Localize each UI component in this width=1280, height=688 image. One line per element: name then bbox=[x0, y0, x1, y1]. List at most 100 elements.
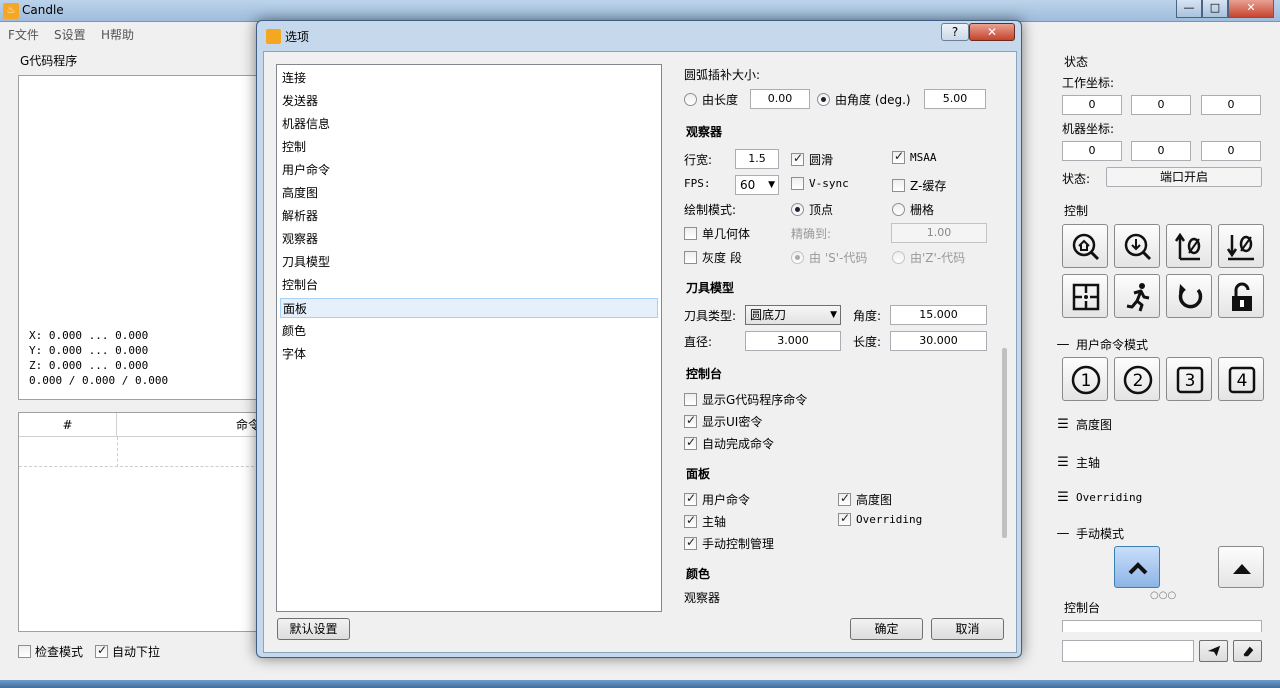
arc-by-length-radio[interactable]: 由长度 bbox=[684, 91, 738, 108]
dialog-close-button[interactable]: ✕ bbox=[969, 23, 1015, 41]
menu-file[interactable]: F文件 bbox=[8, 26, 39, 43]
grayscale-by-z-circle[interactable] bbox=[892, 251, 905, 264]
draw-mode-vertex-radio[interactable]: 顶点 bbox=[791, 201, 833, 218]
tool-angle-input[interactable]: 15.000 bbox=[890, 305, 987, 325]
user-cmd-button-2[interactable]: 2 bbox=[1114, 357, 1160, 401]
simple-geometry-checkbox[interactable]: 单几何体 bbox=[684, 225, 750, 242]
panel-spindle-box[interactable] bbox=[684, 513, 697, 528]
autocomplete-box[interactable] bbox=[684, 435, 697, 450]
zbuffer-checkbox[interactable]: Z-缓存 bbox=[892, 177, 946, 194]
default-settings-button[interactable]: 默认设置 bbox=[277, 618, 350, 640]
fps-select[interactable]: 60 ▼ bbox=[735, 175, 779, 195]
category-machine-info[interactable]: 机器信息 bbox=[280, 114, 658, 134]
reset-button[interactable] bbox=[1166, 274, 1212, 318]
arc-by-angle-radio-circle[interactable] bbox=[817, 93, 830, 106]
probe-button[interactable] bbox=[1114, 224, 1160, 268]
category-list[interactable]: 连接 发送器 机器信息 控制 用户命令 高度图 解析器 观察器 刀具模型 控制台… bbox=[276, 64, 662, 612]
clear-console-button[interactable] bbox=[1233, 640, 1262, 662]
console-input[interactable] bbox=[1062, 640, 1194, 662]
vsync-checkbox[interactable]: V-sync bbox=[791, 177, 849, 190]
user-cmd-button-4[interactable]: 4 bbox=[1218, 357, 1264, 401]
gcode-viewer[interactable]: X: 0.000 ... 0.000 Y: 0.000 ... 0.000 Z:… bbox=[18, 75, 268, 400]
send-command-button[interactable] bbox=[1199, 640, 1228, 662]
draw-mode-raster-radio[interactable]: 栅格 bbox=[892, 201, 934, 218]
jog-z-up-button[interactable] bbox=[1218, 546, 1264, 588]
show-program-commands-checkbox[interactable]: 显示G代码程序命令 bbox=[684, 391, 807, 408]
grayscale-by-s-circle[interactable] bbox=[791, 251, 804, 264]
check-mode-box[interactable] bbox=[18, 645, 31, 658]
precision-input[interactable]: 1.00 bbox=[891, 223, 987, 243]
cancel-button[interactable]: 取消 bbox=[931, 618, 1004, 640]
msaa-checkbox[interactable]: MSAA bbox=[892, 149, 937, 164]
category-parser[interactable]: 解析器 bbox=[280, 206, 658, 226]
category-user-commands[interactable]: 用户命令 bbox=[280, 160, 658, 180]
arc-length-input[interactable]: 0.00 bbox=[750, 89, 810, 109]
jog-up-button[interactable] bbox=[1114, 546, 1160, 588]
table-header-index[interactable]: # bbox=[19, 413, 117, 437]
category-panels[interactable]: 面板 bbox=[280, 298, 658, 318]
gcode-table[interactable]: # 命令 bbox=[18, 412, 269, 632]
category-colors[interactable]: 颜色 bbox=[280, 321, 658, 341]
tool-diameter-input[interactable]: 3.000 bbox=[745, 331, 841, 351]
smooth-checkbox[interactable]: 圆滑 bbox=[791, 151, 833, 168]
category-sender[interactable]: 发送器 bbox=[280, 91, 658, 111]
dialog-help-button[interactable]: ? bbox=[941, 23, 969, 41]
arc-angle-input[interactable]: 5.00 bbox=[924, 89, 986, 109]
zero-z-button[interactable] bbox=[1218, 224, 1264, 268]
autocomplete-checkbox[interactable]: 自动完成命令 bbox=[684, 435, 774, 452]
grayscale-by-z-radio[interactable]: 由'Z'-代码 bbox=[892, 249, 965, 266]
tool-length-input[interactable]: 30.000 bbox=[890, 331, 987, 351]
panel-heightmap-checkbox[interactable]: 高度图 bbox=[838, 491, 892, 508]
panel-jog-checkbox[interactable]: 手动控制管理 bbox=[684, 535, 774, 552]
options-scrollbar[interactable] bbox=[1002, 348, 1007, 538]
draw-mode-raster-circle[interactable] bbox=[892, 203, 905, 216]
category-fonts[interactable]: 字体 bbox=[280, 344, 658, 364]
vsync-checkbox-box[interactable] bbox=[791, 177, 804, 190]
close-button[interactable]: ✕ bbox=[1228, 0, 1274, 18]
panel-user-commands-box[interactable] bbox=[684, 491, 697, 506]
jog-section-header[interactable]: — 手动模式 bbox=[1054, 520, 1274, 546]
unlock-button[interactable] bbox=[1218, 274, 1264, 318]
category-console[interactable]: 控制台 bbox=[280, 275, 658, 295]
panel-spindle-checkbox[interactable]: 主轴 bbox=[684, 513, 726, 530]
arc-by-length-radio-circle[interactable] bbox=[684, 93, 697, 106]
category-heightmap[interactable]: 高度图 bbox=[280, 183, 658, 203]
auto-scroll-box[interactable] bbox=[95, 643, 108, 658]
restore-origin-button[interactable] bbox=[1062, 274, 1108, 318]
table-row[interactable] bbox=[19, 437, 269, 467]
msaa-checkbox-box[interactable] bbox=[892, 149, 905, 164]
grayscale-checkbox[interactable]: 灰度 段 bbox=[684, 249, 742, 266]
tool-type-select[interactable]: 圆底刀 ▼ bbox=[745, 305, 841, 325]
ok-button[interactable]: 确定 bbox=[850, 618, 923, 640]
heightmap-section-header[interactable]: ☰ 高度图 bbox=[1054, 411, 1274, 437]
show-ui-commands-box[interactable] bbox=[684, 413, 697, 428]
panel-overriding-box[interactable] bbox=[838, 511, 851, 526]
home-button[interactable] bbox=[1062, 224, 1108, 268]
arc-by-angle-radio[interactable]: 由角度 (deg.) bbox=[817, 91, 911, 108]
panel-user-commands-checkbox[interactable]: 用户命令 bbox=[684, 491, 750, 508]
minimize-button[interactable]: — bbox=[1176, 0, 1202, 18]
splitter-handle-icon[interactable]: ○○○ bbox=[1150, 590, 1176, 601]
show-ui-commands-checkbox[interactable]: 显示UI密令 bbox=[684, 413, 762, 430]
safe-position-button[interactable] bbox=[1114, 274, 1160, 318]
console-output[interactable] bbox=[1062, 620, 1262, 632]
check-mode-checkbox[interactable]: 检查模式 bbox=[18, 643, 83, 660]
show-program-commands-box[interactable] bbox=[684, 393, 697, 406]
category-visualizer[interactable]: 观察器 bbox=[280, 229, 658, 249]
panel-heightmap-box[interactable] bbox=[838, 491, 851, 506]
user-cmd-section-header[interactable]: — 用户命令模式 bbox=[1054, 331, 1274, 357]
panel-jog-box[interactable] bbox=[684, 535, 697, 550]
menu-help[interactable]: H帮助 bbox=[101, 26, 134, 43]
menu-settings[interactable]: S设置 bbox=[54, 26, 86, 43]
table-header-command[interactable]: 命令 bbox=[117, 413, 269, 437]
overriding-section-header[interactable]: ☰ Overriding bbox=[1054, 484, 1274, 510]
line-width-input[interactable]: 1.5 bbox=[735, 149, 779, 169]
maximize-button[interactable]: □ bbox=[1202, 0, 1228, 18]
user-cmd-button-3[interactable]: 3 bbox=[1166, 357, 1212, 401]
auto-scroll-checkbox[interactable]: 自动下拉 bbox=[95, 643, 160, 660]
zbuffer-checkbox-box[interactable] bbox=[892, 179, 905, 192]
smooth-checkbox-box[interactable] bbox=[791, 151, 804, 166]
grayscale-box[interactable] bbox=[684, 251, 697, 264]
user-cmd-button-1[interactable]: 1 bbox=[1062, 357, 1108, 401]
category-connection[interactable]: 连接 bbox=[280, 68, 658, 88]
